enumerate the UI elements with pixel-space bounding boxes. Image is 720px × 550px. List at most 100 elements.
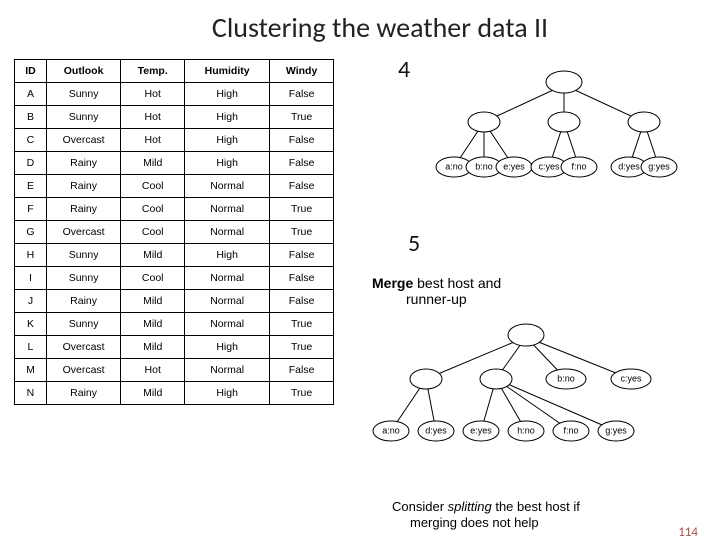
col-id: ID: [15, 60, 47, 83]
tree4-leaf: b:no: [475, 161, 493, 171]
table-cell: Sunny: [46, 313, 120, 336]
table-cell: Overcast: [46, 359, 120, 382]
table-row: GOvercastCoolNormalTrue: [15, 221, 334, 244]
table-cell: Rainy: [46, 198, 120, 221]
table-cell: False: [270, 83, 334, 106]
table-cell: False: [270, 244, 334, 267]
table-cell: A: [15, 83, 47, 106]
table-cell: Rainy: [46, 382, 120, 405]
tree4-leaf: a:no: [445, 161, 463, 171]
table-cell: Hot: [121, 129, 185, 152]
table-cell: I: [15, 267, 47, 290]
consider-caption: Consider splitting the best host if merg…: [392, 499, 580, 530]
table-cell: True: [270, 382, 334, 405]
table-cell: Normal: [185, 313, 270, 336]
col-windy: Windy: [270, 60, 334, 83]
tree5-leaf: h:no: [517, 425, 535, 435]
table-cell: High: [185, 129, 270, 152]
table-cell: Overcast: [46, 336, 120, 359]
tree-diagram-5: b:no c:yes a:no d:yes e:yes h:no f:no g:yes: [366, 321, 686, 476]
table-cell: J: [15, 290, 47, 313]
table-cell: Rainy: [46, 175, 120, 198]
table-cell: Cool: [121, 267, 185, 290]
table-cell: False: [270, 359, 334, 382]
table-cell: H: [15, 244, 47, 267]
table-cell: Cool: [121, 221, 185, 244]
consider-rest: the best host if: [492, 499, 580, 514]
slide-title: Clustering the weather data II: [0, 10, 720, 45]
table-row: ASunnyHotHighFalse: [15, 83, 334, 106]
table-row: LOvercastMildHighTrue: [15, 336, 334, 359]
table-cell: Overcast: [46, 129, 120, 152]
table-cell: Normal: [185, 290, 270, 313]
table-cell: Cool: [121, 175, 185, 198]
table-cell: Mild: [121, 382, 185, 405]
table-cell: Hot: [121, 359, 185, 382]
table-cell: M: [15, 359, 47, 382]
consider-italic: splitting: [448, 499, 492, 514]
table-cell: F: [15, 198, 47, 221]
table-cell: Normal: [185, 267, 270, 290]
merge-caption: Merge best host and runner-up: [372, 275, 501, 307]
tree5-leaf: f:no: [563, 425, 578, 435]
table-cell: High: [185, 382, 270, 405]
table-cell: High: [185, 83, 270, 106]
tree5-bno: b:no: [557, 373, 575, 383]
table-row: BSunnyHotHighTrue: [15, 106, 334, 129]
right-column: 4 a:nob:noe:yesc:yesf:nod:yesg:yes 5 Mer…: [344, 59, 720, 405]
table-cell: High: [185, 336, 270, 359]
tree-diagram-4: a:nob:noe:yesc:yesf:nod:yesg:yes: [434, 67, 694, 197]
table-cell: High: [185, 152, 270, 175]
tree5-cyes: c:yes: [620, 373, 642, 383]
merge-line2: runner-up: [372, 291, 501, 307]
table-cell: False: [270, 290, 334, 313]
weather-table: ID Outlook Temp. Humidity Windy ASunnyHo…: [14, 59, 334, 405]
table-cell: Sunny: [46, 267, 120, 290]
table-cell: Normal: [185, 359, 270, 382]
table-cell: True: [270, 336, 334, 359]
table-cell: Rainy: [46, 152, 120, 175]
left-column: ID Outlook Temp. Humidity Windy ASunnyHo…: [14, 59, 344, 405]
table-row: COvercastHotHighFalse: [15, 129, 334, 152]
table-cell: Mild: [121, 313, 185, 336]
table-cell: N: [15, 382, 47, 405]
merge-bold: Merge: [372, 275, 413, 291]
table-cell: K: [15, 313, 47, 336]
consider-line2: merging does not help: [392, 515, 580, 531]
table-cell: Normal: [185, 198, 270, 221]
tree4-leaf: e:yes: [503, 161, 525, 171]
table-row: DRainyMildHighFalse: [15, 152, 334, 175]
step-5-number: 5: [408, 229, 420, 258]
table-cell: B: [15, 106, 47, 129]
table-row: HSunnyMildHighFalse: [15, 244, 334, 267]
consider-pre: Consider: [392, 499, 448, 514]
tree4-leaf: c:yes: [538, 161, 560, 171]
table-row: ISunnyCoolNormalFalse: [15, 267, 334, 290]
table-cell: Mild: [121, 336, 185, 359]
page-number: 114: [678, 525, 698, 540]
table-cell: Hot: [121, 106, 185, 129]
tree5-leaf: a:no: [382, 425, 400, 435]
table-cell: D: [15, 152, 47, 175]
merge-rest: best host and: [413, 275, 501, 291]
tree5-leaf: e:yes: [470, 425, 492, 435]
table-cell: G: [15, 221, 47, 244]
table-cell: Mild: [121, 152, 185, 175]
tree5-leaf: d:yes: [425, 425, 447, 435]
table-cell: High: [185, 244, 270, 267]
table-cell: False: [270, 152, 334, 175]
tree5-leaf: g:yes: [605, 425, 627, 435]
table-cell: True: [270, 221, 334, 244]
table-cell: Mild: [121, 290, 185, 313]
table-cell: Normal: [185, 221, 270, 244]
table-header-row: ID Outlook Temp. Humidity Windy: [15, 60, 334, 83]
col-temp: Temp.: [121, 60, 185, 83]
table-cell: True: [270, 198, 334, 221]
table-cell: C: [15, 129, 47, 152]
table-cell: High: [185, 106, 270, 129]
tree4-leaf: d:yes: [618, 161, 640, 171]
table-cell: Sunny: [46, 244, 120, 267]
table-cell: True: [270, 313, 334, 336]
table-cell: E: [15, 175, 47, 198]
table-cell: False: [270, 129, 334, 152]
